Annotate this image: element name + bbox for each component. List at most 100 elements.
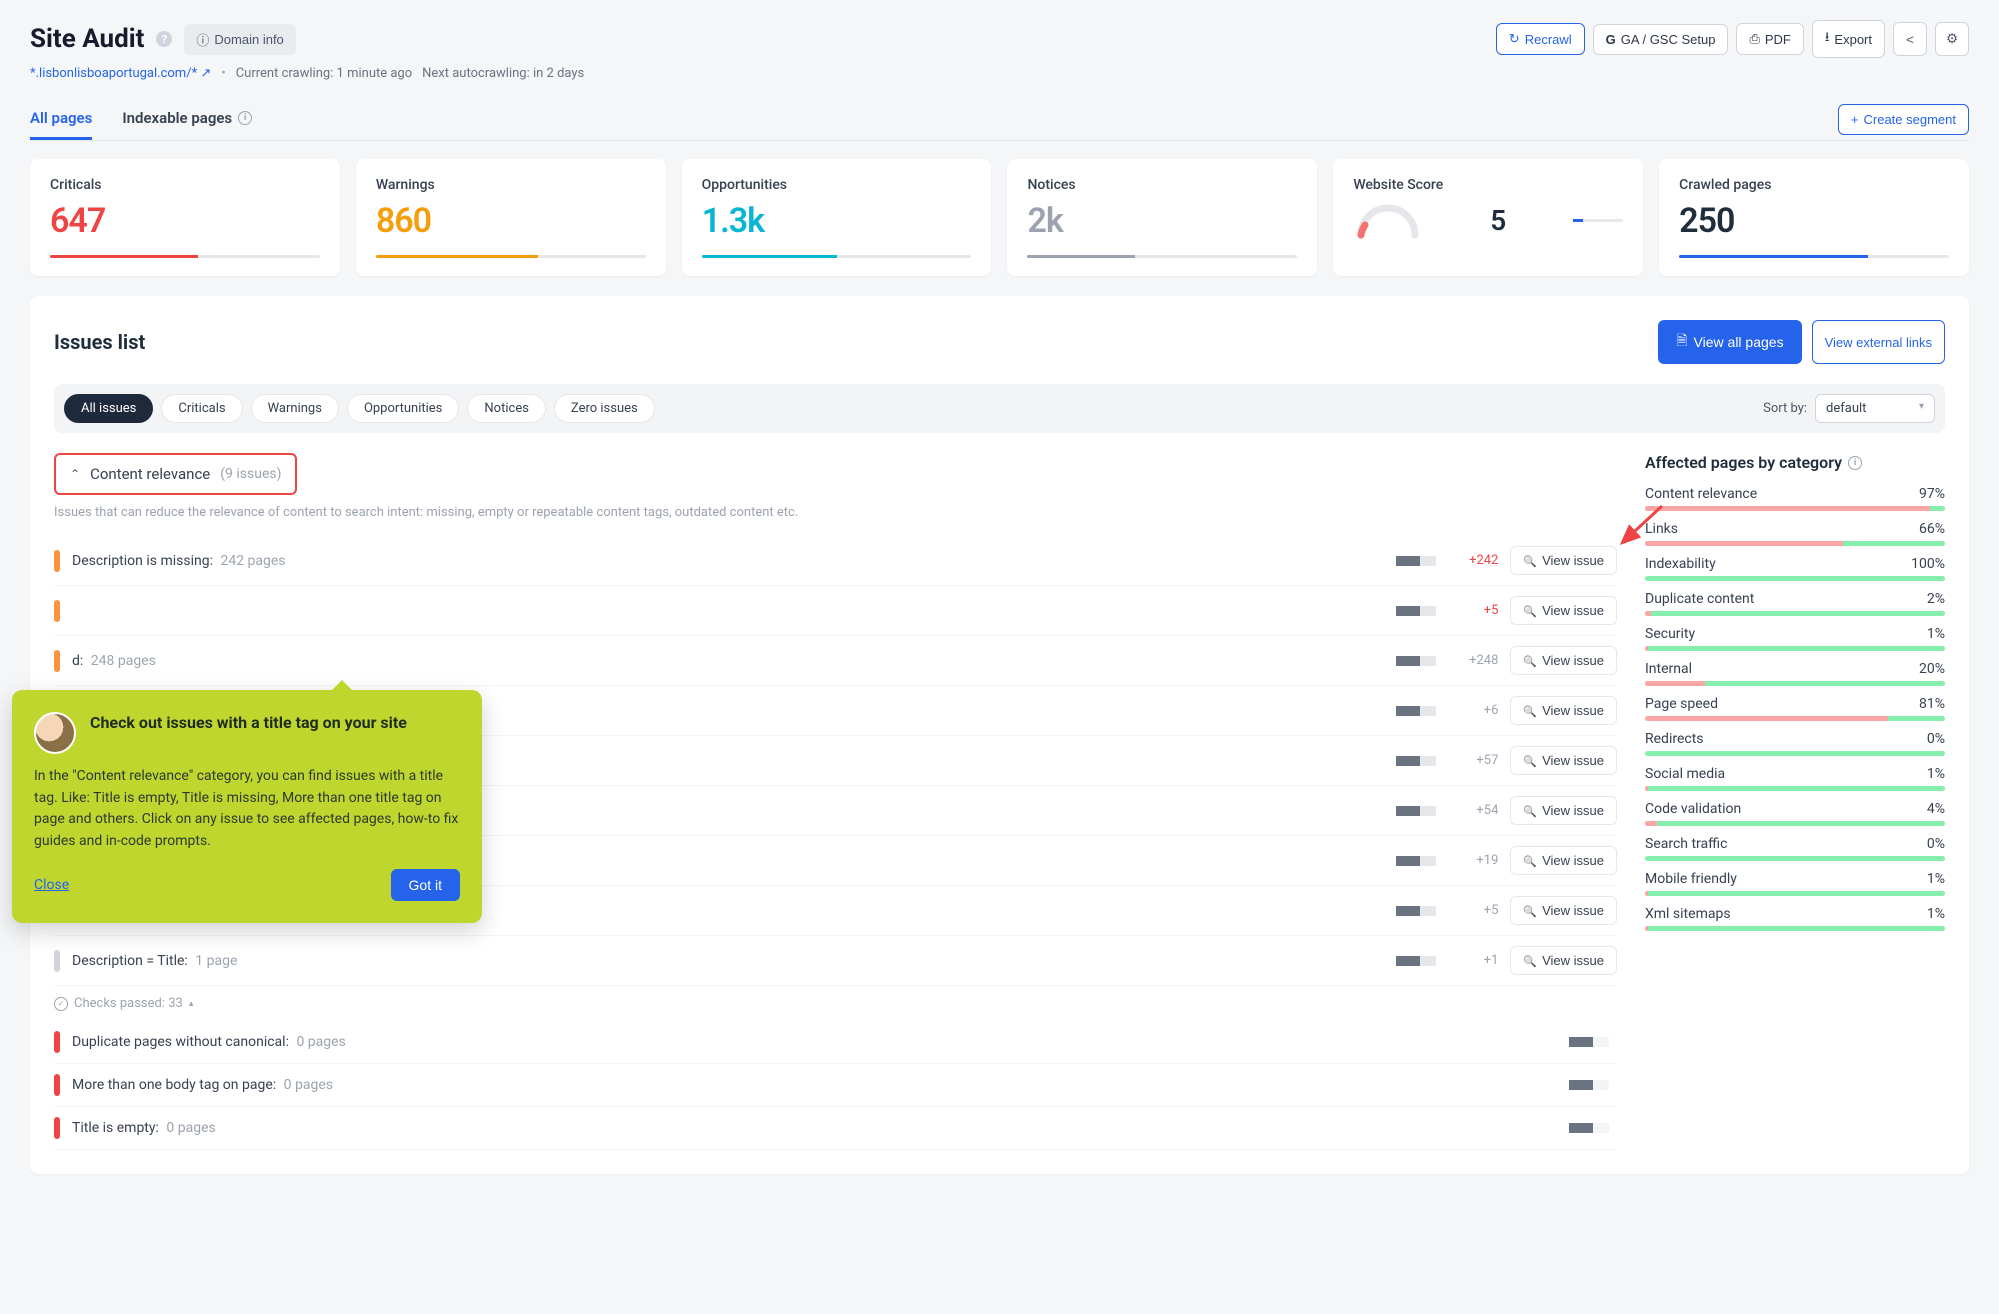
issue-delta: +5 bbox=[1456, 603, 1498, 618]
download-icon: ⭳ bbox=[1825, 28, 1830, 50]
category-row[interactable]: Xml sitemaps1% bbox=[1645, 906, 1945, 931]
issue-row[interactable]: d: 248 pages+248View issue bbox=[54, 636, 1617, 686]
issue-row[interactable]: Duplicate pages without canonical: 0 pag… bbox=[54, 1021, 1617, 1064]
category-row[interactable]: Indexability100% bbox=[1645, 556, 1945, 581]
view-issue-button[interactable]: View issue bbox=[1510, 546, 1617, 575]
affected-pages-title: Affected pages by category bbox=[1645, 453, 1842, 472]
category-row[interactable]: Security1% bbox=[1645, 626, 1945, 651]
category-percent: 100% bbox=[1911, 556, 1945, 572]
tab-indexable-pages[interactable]: Indexable pages i bbox=[122, 99, 252, 140]
section-content-relevance[interactable]: ⌃ Content relevance (9 issues) bbox=[54, 453, 297, 495]
filter-chip-opportunities[interactable]: Opportunities bbox=[347, 394, 459, 423]
check-icon: ✓ bbox=[54, 997, 68, 1011]
filter-chip-all-issues[interactable]: All issues bbox=[64, 394, 153, 423]
category-name: Page speed bbox=[1645, 696, 1718, 712]
info-icon: ⓘ bbox=[196, 30, 209, 49]
settings-button[interactable]: ⚙ bbox=[1935, 22, 1969, 56]
category-percent: 81% bbox=[1919, 696, 1945, 712]
view-issue-button[interactable]: View issue bbox=[1510, 896, 1617, 925]
issue-name: d: bbox=[72, 653, 83, 669]
ga-gsc-setup-button[interactable]: G GA / GSC Setup bbox=[1593, 24, 1729, 55]
view-issue-button[interactable]: View issue bbox=[1510, 796, 1617, 825]
tooltip-gotit-button[interactable]: Got it bbox=[391, 869, 460, 901]
issue-delta: +242 bbox=[1456, 553, 1498, 568]
issue-page-count: 0 pages bbox=[166, 1120, 215, 1136]
view-issue-button[interactable]: View issue bbox=[1510, 646, 1617, 675]
category-row[interactable]: Content relevance97% bbox=[1645, 486, 1945, 511]
issue-row[interactable]: Description = Title: 1 page+1View issue bbox=[54, 936, 1617, 986]
stat-website-score[interactable]: Website Score 5 bbox=[1333, 159, 1643, 276]
issue-row[interactable]: Description is missing: 242 pages +242 Vie… bbox=[54, 536, 1617, 586]
category-percent: 1% bbox=[1927, 626, 1945, 642]
info-icon[interactable]: i bbox=[238, 111, 252, 125]
filter-chip-zero-issues[interactable]: Zero issues bbox=[554, 394, 655, 423]
view-issue-button[interactable]: View issue bbox=[1510, 946, 1617, 975]
view-external-links-button[interactable]: View external links bbox=[1812, 320, 1945, 364]
view-all-pages-button[interactable]: 🗎 View all pages bbox=[1658, 320, 1801, 364]
issue-name: Description is missing: bbox=[72, 553, 213, 569]
google-icon: G bbox=[1606, 32, 1616, 47]
category-bar bbox=[1645, 681, 1945, 686]
gauge-icon bbox=[1353, 201, 1423, 239]
issue-name: Title is empty: bbox=[72, 1120, 159, 1136]
view-issue-button[interactable]: View issue bbox=[1510, 596, 1617, 625]
filter-chip-notices[interactable]: Notices bbox=[467, 394, 546, 423]
issue-row[interactable]: More than one body tag on page: 0 pages bbox=[54, 1064, 1617, 1107]
stat-warnings[interactable]: Warnings 860 bbox=[356, 159, 666, 276]
category-row[interactable]: Social media1% bbox=[1645, 766, 1945, 791]
create-segment-button[interactable]: + Create segment bbox=[1838, 104, 1969, 135]
category-row[interactable]: Duplicate content2% bbox=[1645, 591, 1945, 616]
category-row[interactable]: Page speed 81% bbox=[1645, 696, 1945, 721]
issue-row[interactable]: Title is empty: 0 pages bbox=[54, 1107, 1617, 1150]
category-row[interactable]: Redirects0% bbox=[1645, 731, 1945, 756]
gear-icon: ⚙ bbox=[1946, 31, 1958, 47]
export-button[interactable]: ⭳ Export bbox=[1812, 20, 1885, 58]
stat-opportunities[interactable]: Opportunities 1.3k bbox=[682, 159, 992, 276]
issue-meter bbox=[1569, 1123, 1609, 1133]
issue-meter bbox=[1569, 1037, 1609, 1047]
category-bar bbox=[1645, 891, 1945, 896]
category-bar bbox=[1645, 646, 1945, 651]
filter-chip-criticals[interactable]: Criticals bbox=[161, 394, 242, 423]
category-row[interactable]: Internal20% bbox=[1645, 661, 1945, 686]
category-row[interactable]: Code validation4% bbox=[1645, 801, 1945, 826]
issue-page-count: 242 pages bbox=[220, 553, 285, 569]
stat-criticals[interactable]: Criticals 647 bbox=[30, 159, 340, 276]
document-icon: 🗎 bbox=[1676, 330, 1687, 354]
view-issue-button[interactable]: View issue bbox=[1510, 696, 1617, 725]
domain-info-button[interactable]: ⓘ Domain info bbox=[184, 24, 295, 55]
issue-delta: +57 bbox=[1456, 753, 1498, 768]
category-row[interactable]: Mobile friendly1% bbox=[1645, 871, 1945, 896]
issue-delta: +19 bbox=[1456, 853, 1498, 868]
category-row[interactable]: Search traffic0% bbox=[1645, 836, 1945, 861]
crawl-status: Current crawling: 1 minute ago bbox=[236, 66, 412, 81]
tooltip-title: Check out issues with a title tag on you… bbox=[90, 712, 407, 754]
recrawl-button[interactable]: ↻ Recrawl bbox=[1496, 23, 1585, 55]
sort-select[interactable]: default bbox=[1815, 394, 1935, 423]
tab-all-pages[interactable]: All pages bbox=[30, 99, 92, 140]
issue-page-count: 1 page bbox=[195, 953, 237, 969]
pdf-button[interactable]: ⎙ PDF bbox=[1736, 23, 1803, 55]
issue-row[interactable]: +5 View issue bbox=[54, 586, 1617, 636]
issue-page-count: 0 pages bbox=[296, 1034, 345, 1050]
info-icon[interactable]: i bbox=[1848, 456, 1862, 470]
tooltip-close-link[interactable]: Close bbox=[34, 877, 69, 893]
tooltip-body: In the "Content relevance" category, you… bbox=[34, 766, 460, 853]
search-icon bbox=[1523, 753, 1537, 768]
category-row[interactable]: Links66% bbox=[1645, 521, 1945, 546]
category-percent: 1% bbox=[1927, 871, 1945, 887]
share-button[interactable]: < bbox=[1893, 22, 1927, 56]
stat-crawled-pages[interactable]: Crawled pages 250 bbox=[1659, 159, 1969, 276]
category-percent: 1% bbox=[1927, 766, 1945, 782]
help-icon[interactable]: ? bbox=[156, 31, 172, 47]
checks-passed-toggle[interactable]: ✓ Checks passed: 33 ▴ bbox=[54, 986, 1617, 1021]
filter-chip-warnings[interactable]: Warnings bbox=[251, 394, 339, 423]
stat-notices[interactable]: Notices 2k bbox=[1007, 159, 1317, 276]
category-name: Content relevance bbox=[1645, 486, 1757, 502]
view-issue-button[interactable]: View issue bbox=[1510, 846, 1617, 875]
search-icon bbox=[1523, 703, 1537, 718]
view-issue-button[interactable]: View issue bbox=[1510, 746, 1617, 775]
issue-meter bbox=[1396, 906, 1436, 916]
domain-link[interactable]: *.lisbonlisboaportugal.com/* ↗ bbox=[30, 66, 211, 81]
external-link-icon: ↗ bbox=[200, 66, 211, 81]
